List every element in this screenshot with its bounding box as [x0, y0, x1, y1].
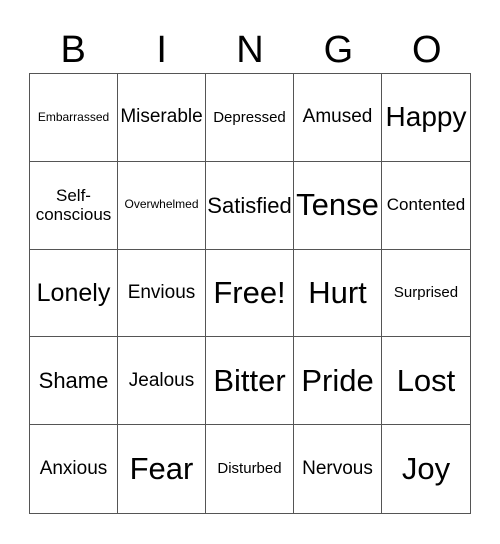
bingo-cell[interactable]: Surprised	[382, 250, 470, 338]
bingo-cell[interactable]: Self-conscious	[30, 161, 118, 250]
bingo-cell[interactable]: Hurt	[294, 249, 382, 338]
bingo-grid: Embarrassed Miserable Depressed Amused H…	[29, 73, 471, 514]
bingo-cell[interactable]: Overwhelmed	[118, 161, 206, 250]
bingo-cell[interactable]: Miserable	[118, 74, 206, 162]
bingo-cell[interactable]: Jealous	[118, 337, 206, 426]
bingo-cell[interactable]: Disturbed	[206, 425, 294, 513]
bingo-cell[interactable]: Joy	[382, 425, 470, 513]
bingo-cell[interactable]: Amused	[294, 74, 382, 162]
bingo-cell[interactable]: Lost	[382, 337, 470, 426]
bingo-cell[interactable]: Happy	[382, 74, 470, 162]
bingo-cell[interactable]: Bitter	[206, 337, 294, 426]
header-letter-o: O	[412, 29, 442, 71]
bingo-cell[interactable]: Embarrassed	[30, 74, 118, 162]
bingo-cell[interactable]: Lonely	[30, 249, 118, 338]
bingo-cell[interactable]: Satisfied	[206, 161, 294, 250]
header-letter-i: I	[156, 29, 167, 71]
bingo-cell[interactable]: Depressed	[206, 74, 294, 162]
free-space-cell[interactable]: Free!	[206, 249, 294, 338]
bingo-cell[interactable]: Tense	[294, 161, 382, 250]
header-letter-b: B	[60, 29, 86, 71]
bingo-cell[interactable]: Anxious	[30, 425, 118, 513]
bingo-cell[interactable]: Envious	[118, 249, 206, 338]
bingo-cell[interactable]: Contented	[382, 162, 470, 250]
bingo-header: B I N G O	[29, 28, 471, 72]
bingo-cell[interactable]: Pride	[294, 337, 382, 426]
bingo-cell[interactable]: Nervous	[294, 425, 382, 513]
header-letter-n: N	[236, 29, 264, 71]
bingo-cell[interactable]: Fear	[118, 425, 206, 513]
bingo-cell[interactable]: Shame	[30, 337, 118, 426]
header-letter-g: G	[323, 29, 354, 71]
